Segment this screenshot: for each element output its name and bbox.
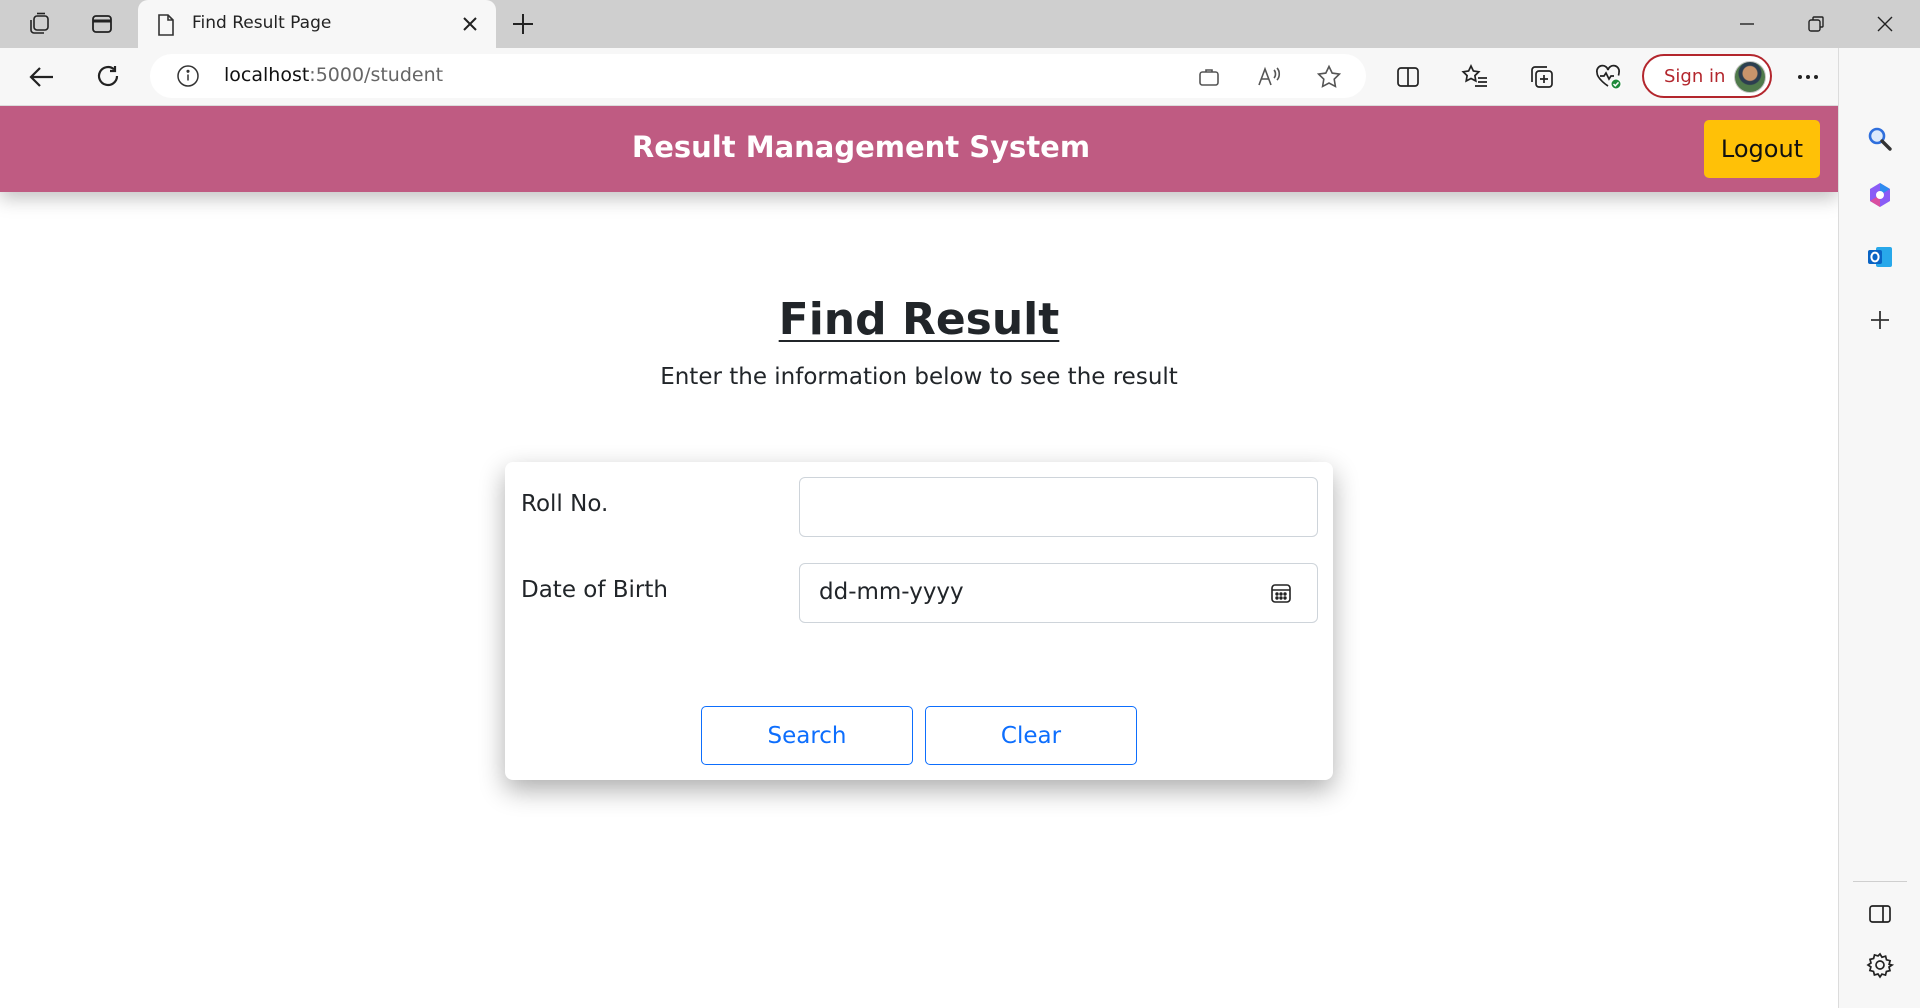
dob-label: Date of Birth (521, 577, 668, 603)
back-icon[interactable] (26, 61, 58, 93)
dob-input[interactable]: dd-mm-yyyy (799, 563, 1318, 623)
tab-find-result[interactable]: Find Result Page (138, 0, 496, 48)
app-title: Result Management System (631, 130, 1091, 164)
browser-toolbar: localhost:5000/student Sign in (0, 48, 1920, 106)
address-bar[interactable]: localhost:5000/student (150, 54, 1366, 98)
collections-icon[interactable] (1526, 61, 1558, 93)
app-available-icon[interactable] (1194, 62, 1224, 92)
browser-titlebar: Find Result Page (0, 0, 1920, 48)
logout-button[interactable]: Logout (1704, 120, 1820, 178)
read-aloud-icon[interactable] (1254, 62, 1284, 92)
browser-essentials-icon[interactable] (1592, 61, 1624, 93)
search-icon[interactable] (1863, 122, 1897, 156)
tab-title: Find Result Page (192, 13, 332, 33)
plus-icon[interactable] (508, 9, 538, 39)
close-icon[interactable] (460, 14, 480, 38)
clear-button[interactable]: Clear (925, 706, 1137, 765)
page-subtitle: Enter the information below to see the r… (660, 364, 1178, 390)
copilot-icon[interactable] (1863, 178, 1897, 212)
sign-in-button[interactable]: Sign in (1642, 54, 1772, 98)
search-button[interactable]: Search (701, 706, 913, 765)
favorites-icon[interactable] (1459, 61, 1491, 93)
url-host: localhost (224, 64, 310, 86)
sidebar-divider (1853, 881, 1907, 882)
tab-actions-icon[interactable] (87, 9, 117, 39)
favorite-star-icon[interactable] (1314, 62, 1344, 92)
browser-sidebar (1838, 48, 1920, 1008)
address-url: localhost:5000/student (224, 64, 443, 86)
find-result-form: Roll No. Date of Birth dd-mm-yyyy Search… (505, 462, 1333, 780)
hide-sidebar-icon[interactable] (1863, 897, 1897, 931)
outlook-icon[interactable] (1863, 240, 1897, 274)
avatar (1734, 61, 1766, 93)
sign-in-label: Sign in (1664, 66, 1726, 87)
close-window-icon[interactable] (1872, 11, 1898, 37)
split-screen-icon[interactable] (1392, 61, 1424, 93)
roll-no-label: Roll No. (521, 491, 609, 517)
more-icon[interactable] (1792, 61, 1824, 93)
app-header: Result Management System Logout (0, 106, 1838, 192)
workspaces-icon[interactable] (24, 9, 54, 39)
roll-no-input[interactable] (799, 477, 1318, 537)
page-viewport: Result Management System Logout Find Res… (0, 106, 1838, 1008)
settings-gear-icon[interactable] (1863, 948, 1897, 982)
refresh-icon[interactable] (92, 61, 124, 93)
info-icon[interactable] (176, 64, 200, 92)
page-title: Find Result (778, 294, 1060, 345)
add-icon[interactable] (1863, 303, 1897, 337)
restore-icon[interactable] (1803, 11, 1829, 37)
minimize-icon[interactable] (1734, 11, 1760, 37)
url-path: :5000/student (309, 64, 444, 86)
page-icon (156, 13, 176, 41)
calendar-icon[interactable] (1269, 581, 1293, 609)
dob-placeholder: dd-mm-yyyy (819, 579, 964, 605)
